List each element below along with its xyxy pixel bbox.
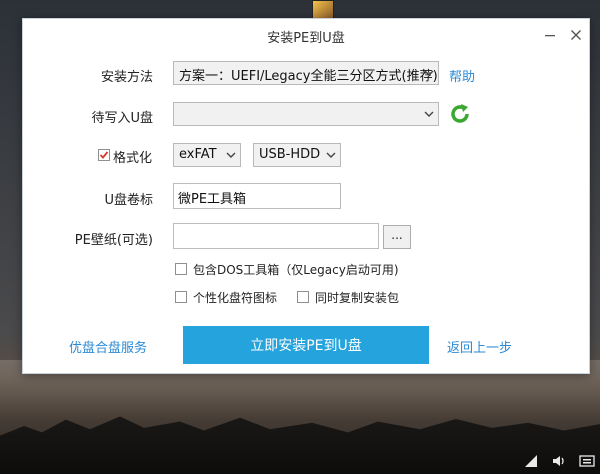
install-pe-window: 安装PE到U盘 安装方法 方案一：UEFI/Legacy全能三分区方式(推荐) …: [22, 18, 590, 374]
close-button[interactable]: [565, 24, 587, 46]
copy-installer-checkbox[interactable]: [297, 291, 309, 303]
chevron-down-icon: [226, 152, 236, 158]
close-icon: [571, 30, 581, 40]
browse-button[interactable]: ...: [383, 225, 411, 249]
titlebar: 安装PE到U盘: [23, 19, 589, 51]
wallpaper-label: PE壁纸(可选): [74, 233, 153, 248]
checkmark-icon: [99, 151, 109, 159]
install-method-label: 安装方法: [100, 70, 153, 85]
copy-installer-label: 同时复制安装包: [315, 291, 400, 305]
chevron-down-icon: [424, 70, 434, 76]
network-icon[interactable]: [522, 452, 540, 470]
target-disk-select[interactable]: [173, 102, 439, 126]
help-link[interactable]: 帮助: [449, 66, 475, 85]
custom-icon-label: 个性化盘符图标: [193, 291, 278, 305]
boot-mode-select[interactable]: USB-HDD: [253, 143, 341, 167]
wallpaper-path-input[interactable]: [173, 223, 379, 249]
minimize-icon: [545, 35, 555, 37]
minimize-button[interactable]: [539, 24, 561, 46]
chevron-down-icon: [424, 111, 434, 117]
filesystem-value: exFAT: [179, 147, 217, 162]
install-method-select[interactable]: 方案一：UEFI/Legacy全能三分区方式(推荐): [173, 61, 439, 85]
usb-merge-service-link[interactable]: 优盘合盘服务: [69, 337, 147, 356]
custom-icon-checkbox[interactable]: [175, 291, 187, 303]
filesystem-select[interactable]: exFAT: [173, 143, 241, 167]
back-link[interactable]: 返回上一步: [447, 337, 512, 356]
volume-icon[interactable]: [550, 452, 568, 470]
window-title: 安装PE到U盘: [267, 31, 345, 46]
install-now-button[interactable]: 立即安装PE到U盘: [183, 326, 429, 364]
input-method-icon[interactable]: [578, 452, 596, 470]
format-label: 格式化: [113, 151, 153, 166]
target-disk-label: 待写入U盘: [91, 111, 153, 126]
boot-mode-value: USB-HDD: [259, 147, 321, 162]
format-checkbox[interactable]: [98, 149, 110, 161]
refresh-icon: [451, 104, 469, 123]
volume-label-input[interactable]: 微PE工具箱: [173, 183, 341, 209]
chevron-down-icon: [326, 152, 336, 158]
dos-toolbox-checkbox[interactable]: [175, 263, 187, 275]
install-method-value: 方案一：UEFI/Legacy全能三分区方式(推荐): [179, 69, 438, 84]
dos-toolbox-label: 包含DOS工具箱（仅Legacy启动可用): [193, 263, 399, 277]
desktop-app-icon[interactable]: [312, 0, 334, 20]
refresh-button[interactable]: [448, 102, 472, 126]
system-tray: [522, 452, 596, 470]
volume-label-label: U盘卷标: [104, 193, 153, 208]
